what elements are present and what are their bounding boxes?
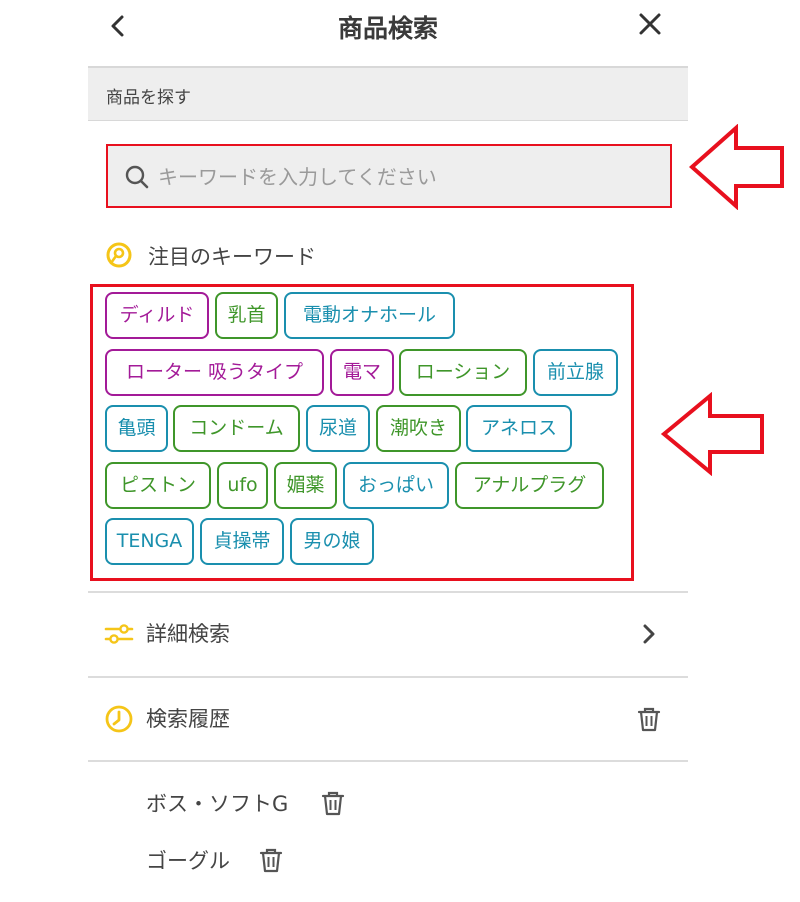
annotation-arrow-icon bbox=[660, 392, 764, 476]
keyword-tag[interactable]: 亀頭 bbox=[105, 405, 168, 452]
search-history-row: 検索履歴 bbox=[88, 678, 688, 760]
trash-icon[interactable] bbox=[634, 704, 664, 734]
history-item-label: ボス・ソフトG bbox=[146, 792, 289, 816]
header: 商品検索 bbox=[88, 0, 688, 66]
featured-keywords-title: 注目のキーワード bbox=[148, 245, 316, 269]
page-title: 商品検索 bbox=[337, 14, 438, 43]
keyword-tag[interactable]: 電マ bbox=[330, 349, 394, 396]
keyword-tag[interactable]: ローション bbox=[399, 349, 527, 396]
keyword-tag[interactable]: ローター 吸うタイプ bbox=[105, 349, 324, 396]
section-label: 商品を探す bbox=[106, 88, 191, 108]
close-icon[interactable] bbox=[636, 10, 664, 38]
keyword-tag[interactable]: 電動オナホール bbox=[284, 292, 455, 339]
keyword-tag[interactable]: おっぱい bbox=[343, 462, 449, 509]
search-input[interactable] bbox=[158, 158, 638, 196]
keyword-tag[interactable]: 潮吹き bbox=[376, 405, 461, 452]
keyword-tag[interactable]: 媚薬 bbox=[274, 462, 337, 509]
clock-icon bbox=[105, 705, 133, 733]
divider bbox=[88, 760, 688, 762]
keyword-tag[interactable]: 男の娘 bbox=[290, 518, 374, 565]
history-item[interactable]: ボス・ソフトG bbox=[146, 786, 356, 822]
keyword-tag[interactable]: 乳首 bbox=[215, 292, 278, 339]
trash-icon[interactable] bbox=[256, 845, 286, 875]
detail-search-row[interactable]: 詳細検索 bbox=[88, 593, 688, 675]
keyword-tag[interactable]: アナルプラグ bbox=[455, 462, 604, 509]
annotation-arrow-icon bbox=[688, 124, 784, 210]
history-item-label: ゴーグル bbox=[146, 849, 230, 873]
history-item[interactable]: ゴーグル bbox=[146, 843, 296, 879]
trash-icon[interactable] bbox=[318, 788, 348, 818]
keyword-tag[interactable]: ufo bbox=[217, 462, 268, 509]
keyword-tag[interactable]: 前立腺 bbox=[533, 349, 618, 396]
keyword-tag[interactable]: 尿道 bbox=[306, 405, 370, 452]
keyword-tag[interactable]: ピストン bbox=[105, 462, 211, 509]
detail-search-label: 詳細検索 bbox=[146, 622, 230, 646]
keyword-tag[interactable]: 貞操帯 bbox=[200, 518, 284, 565]
keyword-tag[interactable]: アネロス bbox=[466, 405, 572, 452]
keyword-tag[interactable]: TENGA bbox=[105, 518, 194, 565]
section-header: 商品を探す bbox=[88, 66, 688, 121]
filter-sliders-icon bbox=[104, 624, 134, 644]
keyword-search-icon bbox=[106, 242, 132, 268]
keyword-tag[interactable]: ディルド bbox=[105, 292, 209, 339]
search-history-title: 検索履歴 bbox=[146, 707, 230, 731]
search-icon bbox=[125, 165, 149, 189]
chevron-right-icon bbox=[643, 624, 655, 644]
keyword-tag[interactable]: コンドーム bbox=[173, 405, 300, 452]
search-box[interactable] bbox=[106, 144, 672, 208]
